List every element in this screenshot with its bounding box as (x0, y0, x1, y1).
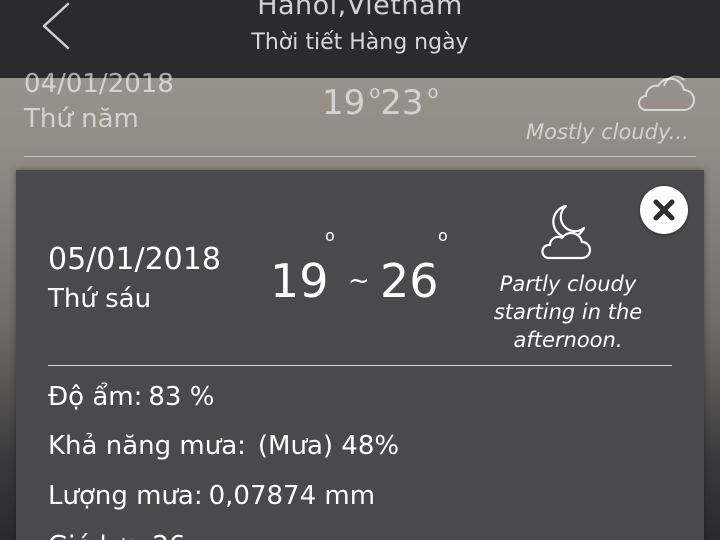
degree-symbol-max: o (438, 226, 448, 245)
close-icon (653, 199, 675, 221)
humidity-value: 83 % (148, 382, 215, 412)
wind-label: Gió lực: (48, 531, 146, 540)
weather-summary: Partly cloudy starting in the afternoon. (493, 272, 643, 352)
temp-max: 26 (380, 254, 439, 308)
rain-chance-row: Khả năng mưa: (Mưa) 48% (48, 431, 399, 461)
humidity-row: Độ ẩm: 83 % (48, 382, 214, 412)
list-item-degree-max: o (427, 82, 439, 103)
partly-cloudy-night-icon (541, 204, 592, 260)
list-item-date: 04/01/2018 (24, 69, 174, 99)
list-divider (24, 156, 696, 157)
rainfall-row: Lượng mưa: 0,07874 mm (48, 481, 375, 511)
app-header: Hanoi,Vietnam Thời tiết Hàng ngày (0, 0, 720, 78)
temp-range-tilde: ~ (348, 266, 370, 296)
list-item-summary: Mostly cloudy... (526, 120, 689, 144)
list-item-temperature: 19o~23o (322, 82, 704, 378)
rainfall-value: 0,07874 mm (208, 481, 376, 511)
forecast-list-item[interactable]: 04/01/2018 Thứ năm 19o~23o Mostly cloudy… (0, 69, 720, 378)
rain-chance-value: (Mưa) 48% (257, 431, 400, 461)
close-button[interactable] (640, 186, 688, 234)
temp-min: 19 (270, 254, 329, 308)
detail-date: 05/01/2018 (48, 242, 221, 277)
cloudy-icon (638, 75, 695, 111)
page-title: Hanoi,Vietnam (257, 0, 463, 21)
detail-weekday: Thứ sáu (48, 284, 152, 314)
wind-value: 26 (152, 531, 185, 540)
rainfall-label: Lượng mưa: (48, 481, 203, 511)
page-subtitle: Thời tiết Hàng ngày (251, 30, 469, 55)
detail-divider (48, 365, 672, 366)
list-item-temp-min: 19 (322, 83, 366, 123)
list-item-weekday: Thứ năm (24, 104, 139, 134)
humidity-label: Độ ẩm: (48, 382, 143, 412)
rain-chance-label: Khả năng mưa: (48, 431, 246, 461)
list-item-degree-min: o (369, 82, 381, 103)
degree-symbol-min: o (325, 226, 335, 245)
wind-row: Gió lực: 26 (48, 531, 185, 540)
list-item-temp-max: 23 (380, 83, 424, 123)
